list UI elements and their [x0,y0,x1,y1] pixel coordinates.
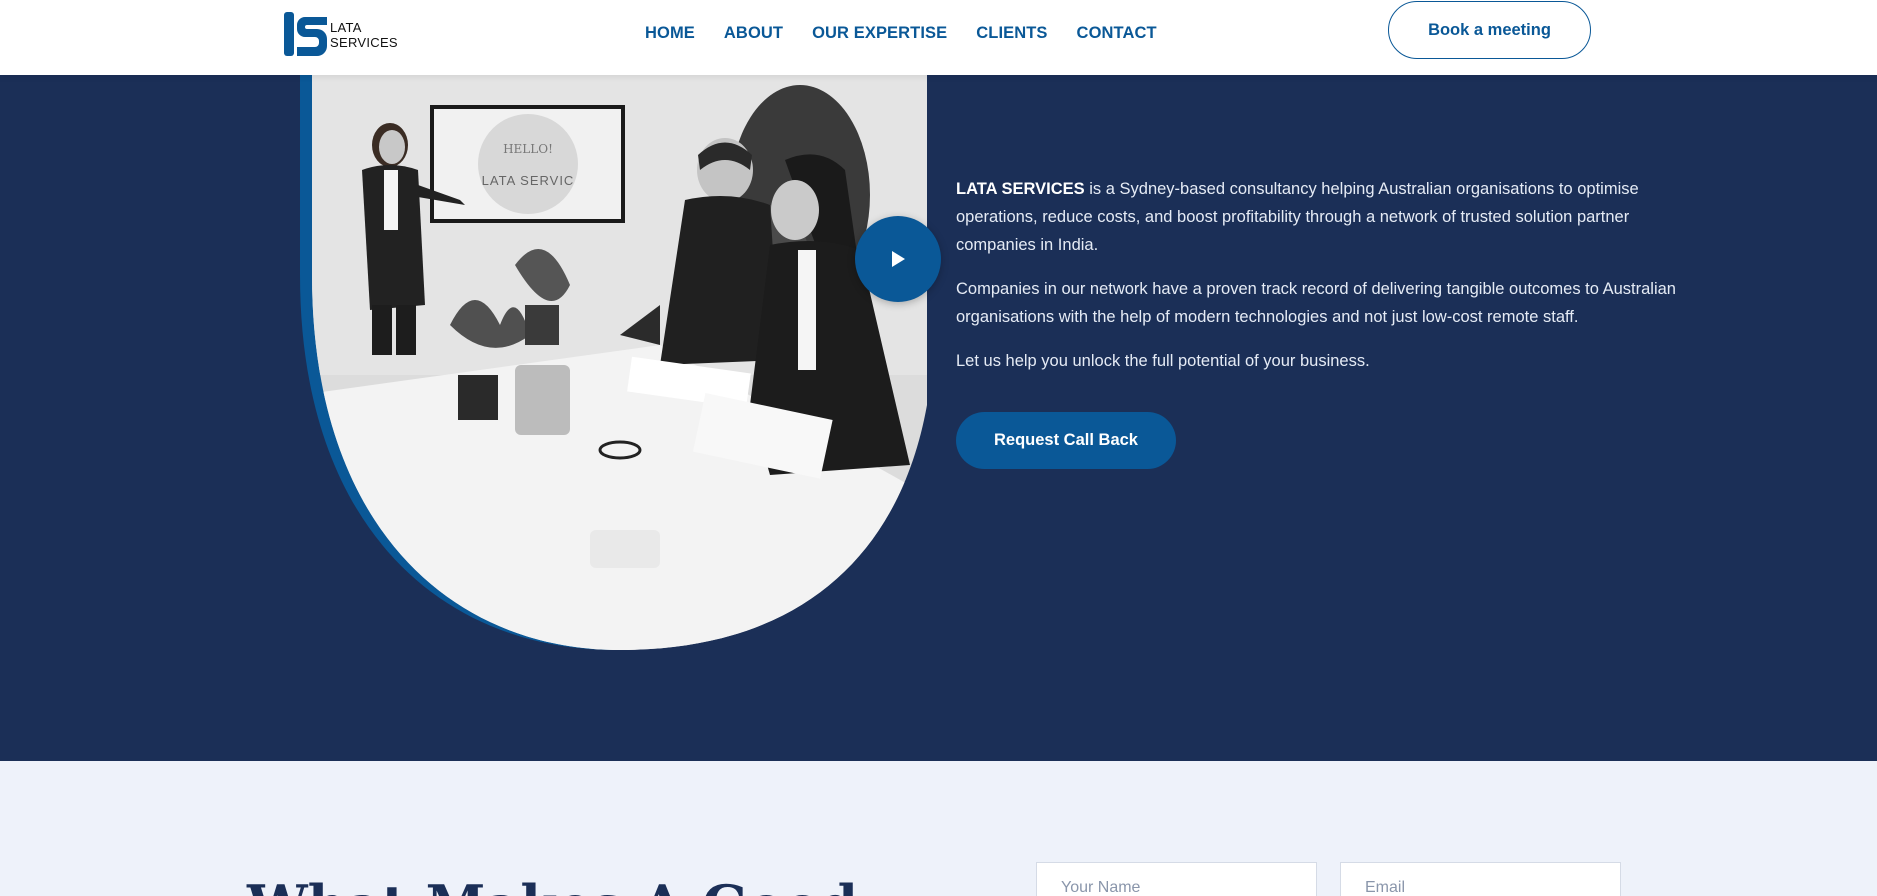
about-brand: LATA SERVICES [956,180,1085,198]
logo-line1: LATA [330,20,362,35]
book-meeting-button[interactable]: Book a meeting [1388,1,1591,59]
play-video-button[interactable] [855,216,941,302]
nav-clients[interactable]: CLIENTS [976,24,1047,43]
name-field[interactable]: Your Name [1036,862,1317,896]
about-text: LATA SERVICES is a Sydney-based consulta… [956,175,1696,391]
logo-text: LATA SERVICES [330,20,398,50]
about-paragraph-3: Let us help you unlock the full potentia… [956,352,1370,370]
nav-about[interactable]: ABOUT [724,24,783,43]
nav-home[interactable]: HOME [645,24,695,43]
hero-section: HELLO! LATA SERVIC LATA SERVICES is a Sy… [0,75,1877,761]
request-call-back-button[interactable]: Request Call Back [956,412,1176,469]
hero-video: HELLO! LATA SERVIC [300,75,941,650]
nav-contact[interactable]: CONTACT [1077,24,1157,43]
logo-mark-icon [284,12,327,56]
meeting-photo: HELLO! LATA SERVIC [300,75,927,650]
main-nav: HOME ABOUT OUR EXPERTISE CLIENTS CONTACT [645,24,1157,43]
screen-hello: HELLO! [503,142,553,156]
nav-our-expertise[interactable]: OUR EXPERTISE [812,24,947,43]
site-header: LATA SERVICES HOME ABOUT OUR EXPERTISE C… [0,0,1877,75]
about-paragraph-1: LATA SERVICES is a Sydney-based consulta… [956,175,1696,259]
screen-brand: LATA SERVIC [482,173,575,188]
play-icon [892,251,905,267]
section-heading: What Makes A Good [247,873,858,896]
logo-line2: SERVICES [330,35,398,50]
about-paragraph-2: Companies in our network have a proven t… [956,280,1676,326]
why-section: What Makes A Good Your Name Email [0,761,1877,896]
email-field[interactable]: Email [1340,862,1621,896]
logo[interactable]: LATA SERVICES [283,11,403,57]
